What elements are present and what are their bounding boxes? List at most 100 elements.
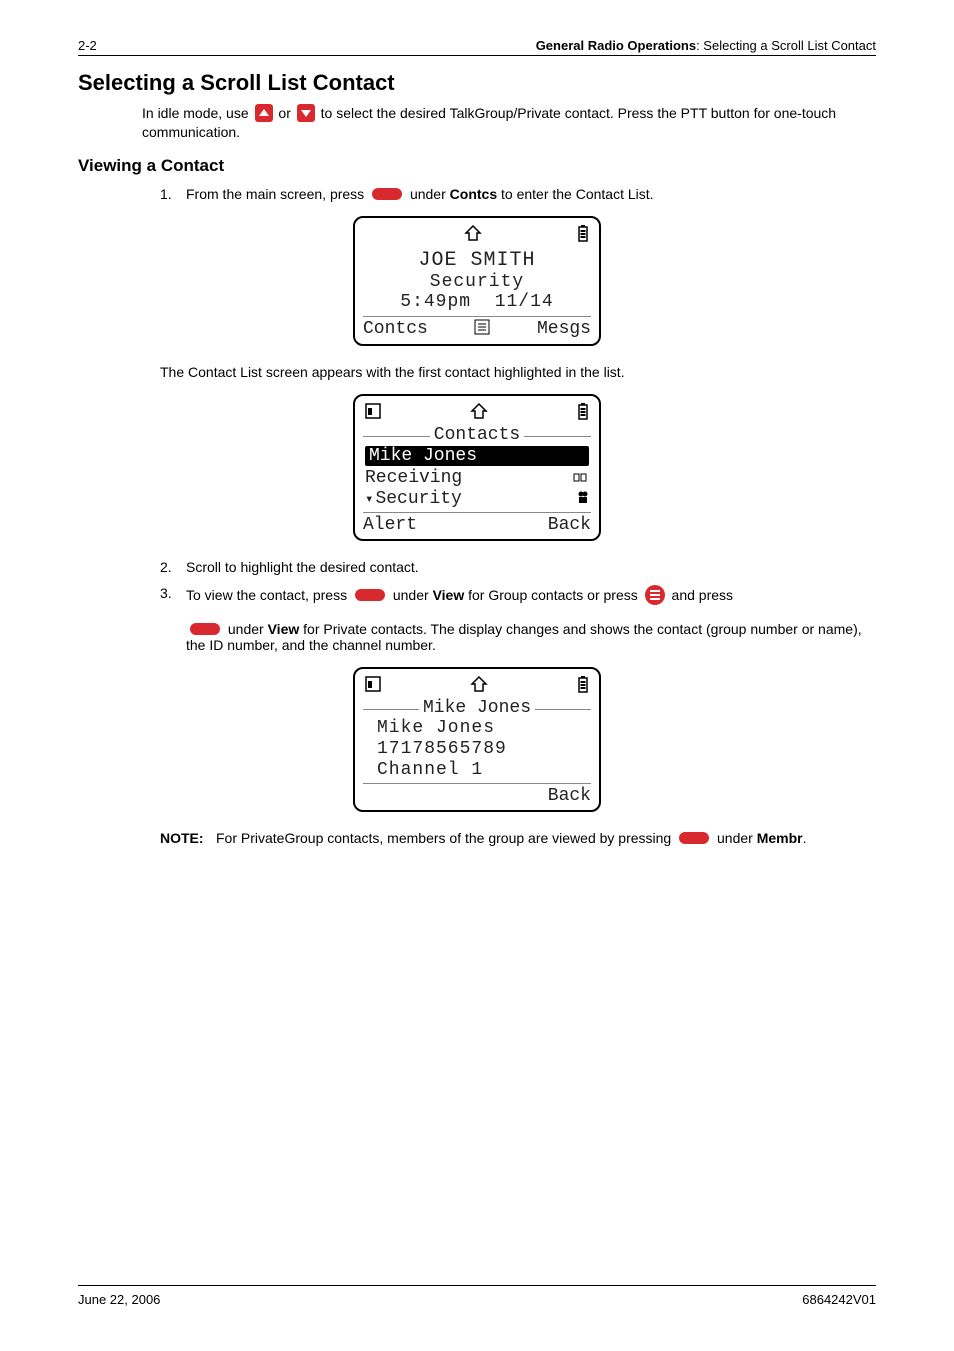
- contacts-app-icon: [365, 403, 381, 424]
- s3-view1: View: [433, 587, 465, 603]
- note: NOTE: For PrivateGroup contacts, members…: [160, 830, 876, 846]
- lcd2-row3-text: Security: [375, 489, 461, 509]
- lcd2-softkey-row: Alert Back: [363, 512, 591, 535]
- intro-paragraph: In idle mode, use or to select the desir…: [142, 104, 876, 142]
- softkey-icon: [190, 623, 220, 635]
- s3-p2a: under: [228, 621, 268, 637]
- lcd2-row1-text: Mike Jones: [369, 446, 477, 466]
- spacer-icon: [365, 226, 369, 244]
- menu-button-icon: [645, 585, 665, 605]
- step-1-keyword: Contcs: [450, 186, 497, 202]
- down-arrow-icon: [297, 104, 315, 122]
- home-icon: [470, 676, 488, 697]
- page: 2-2 General Radio Operations: Selecting …: [0, 0, 954, 1351]
- note-label: NOTE:: [160, 830, 216, 846]
- note-keyword: Membr: [757, 830, 803, 846]
- lcd3-softkey-row: Back: [363, 783, 591, 806]
- lcd-contact-detail-screen: Mike Jones Mike Jones 17178565789 Channe…: [353, 667, 601, 812]
- lcd2-soft-right: Back: [548, 515, 591, 535]
- lcd1-name: JOE SMITH: [363, 249, 591, 272]
- lcd2-row2-text: Receiving: [365, 468, 462, 488]
- lcd2-row3: ▾Security: [363, 488, 591, 509]
- s3-p1a: To view the contact, press: [186, 587, 351, 603]
- up-arrow-icon: [255, 104, 273, 122]
- page-footer: June 22, 2006 6864242V01: [78, 1285, 876, 1307]
- note-pre: For PrivateGroup contacts, members of th…: [216, 830, 675, 846]
- softkey-icon: [372, 188, 402, 200]
- lcd1-time: 5:49pm: [400, 292, 471, 312]
- lcd-contacts-screen: Contacts Mike Jones Receiving ▾Security …: [353, 394, 601, 541]
- lcd-idle-screen: JOE SMITH Security 5:49pm 11/14 Contcs M…: [353, 216, 601, 346]
- intro-mid: or: [278, 105, 294, 121]
- footer-docnum: 6864242V01: [802, 1292, 876, 1307]
- step-1: 1. From the main screen, press under Con…: [160, 186, 876, 202]
- header-right: General Radio Operations: Selecting a Sc…: [536, 38, 876, 53]
- lcd1-group: Security: [363, 272, 591, 293]
- battery-icon: [577, 402, 589, 425]
- battery-icon: [577, 224, 589, 247]
- step-2: 2. Scroll to highlight the desired conta…: [160, 559, 876, 575]
- lcd1-softkey-row: Contcs Mesgs: [363, 316, 591, 340]
- header-section-bold: General Radio Operations: [536, 38, 696, 53]
- s3-p1b: under: [393, 587, 433, 603]
- intro-pre: In idle mode, use: [142, 105, 253, 121]
- s3-view2: View: [268, 621, 300, 637]
- step-2-number: 2.: [160, 559, 186, 575]
- receiving-icon: [573, 467, 589, 488]
- s3-p1d: and press: [672, 587, 733, 603]
- step-3: 3. To view the contact, press under View…: [160, 585, 876, 653]
- step-1-pre: From the main screen, press: [186, 186, 368, 202]
- group-type-icon: [577, 488, 589, 509]
- rule-right: [535, 709, 591, 710]
- lcd1-datetime: 5:49pm 11/14: [363, 292, 591, 313]
- lcd1-soft-left: Contcs: [363, 319, 428, 340]
- lcd3-title: Mike Jones: [423, 698, 531, 718]
- menu-list-icon: [474, 319, 490, 340]
- step-1-post: to enter the Contact List.: [501, 186, 654, 202]
- lcd1-statusbar: [363, 224, 591, 249]
- lcd3-line1: Mike Jones: [363, 718, 591, 739]
- home-icon: [470, 403, 488, 424]
- step-2-text: Scroll to highlight the desired contact.: [186, 559, 876, 575]
- lcd2-row1-highlighted: Mike Jones: [365, 446, 589, 466]
- lcd3-soft-right: Back: [548, 786, 591, 806]
- running-header: 2-2 General Radio Operations: Selecting …: [78, 38, 876, 56]
- softkey-icon: [679, 832, 709, 844]
- lcd3-title-row: Mike Jones: [363, 698, 591, 718]
- footer-date: June 22, 2006: [78, 1292, 160, 1307]
- rule-left: [363, 709, 419, 710]
- lcd3-statusbar: [363, 675, 591, 700]
- note-mid: under: [717, 830, 757, 846]
- page-number: 2-2: [78, 38, 97, 53]
- step-1-number: 1.: [160, 186, 186, 202]
- home-icon: [464, 225, 482, 246]
- lcd1-soft-right: Mesgs: [537, 319, 591, 340]
- lcd2-statusbar: [363, 402, 591, 427]
- section-heading: Selecting a Scroll List Contact: [78, 70, 876, 96]
- lcd3-line3: Channel 1: [363, 760, 591, 781]
- lcd3-line2: 17178565789: [363, 739, 591, 760]
- step-1-mid: under: [410, 186, 450, 202]
- step-3-number: 3.: [160, 585, 186, 653]
- softkey-icon: [355, 589, 385, 601]
- header-subsection: Selecting a Scroll List Contact: [703, 38, 876, 53]
- contacts-app-icon: [365, 676, 381, 697]
- scroll-down-indicator-icon: ▾: [365, 492, 373, 508]
- lcd3-soft-left: [363, 786, 374, 806]
- lcd2-row2: Receiving: [363, 467, 591, 488]
- battery-icon: [577, 675, 589, 698]
- lcd2-title: Contacts: [434, 425, 520, 445]
- lcd2-title-row: Contacts: [363, 425, 591, 445]
- step-3-text: To view the contact, press under View fo…: [186, 585, 876, 653]
- note-text: For PrivateGroup contacts, members of th…: [216, 830, 876, 846]
- step-1-text: From the main screen, press under Contcs…: [186, 186, 876, 202]
- note-post: .: [803, 830, 807, 846]
- lcd2-row3-left: ▾Security: [365, 489, 462, 509]
- caption-1: The Contact List screen appears with the…: [160, 364, 876, 380]
- rule-right: [524, 436, 591, 437]
- subsection-heading: Viewing a Contact: [78, 156, 876, 176]
- lcd2-soft-left: Alert: [363, 515, 417, 535]
- lcd1-date: 11/14: [495, 292, 554, 312]
- rule-left: [363, 436, 430, 437]
- s3-p1c: for Group contacts or press: [468, 587, 642, 603]
